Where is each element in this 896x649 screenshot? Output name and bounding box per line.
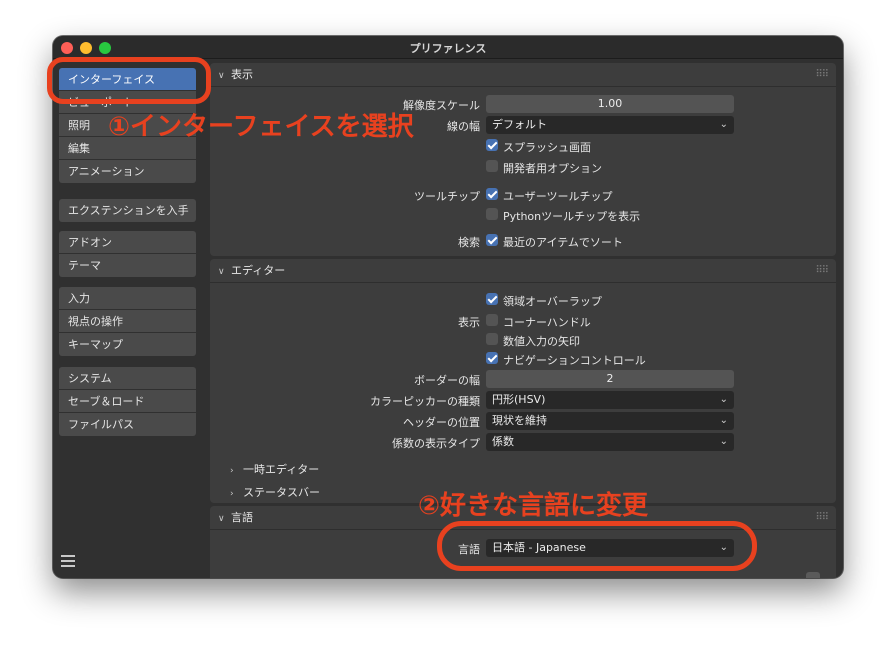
row-factor-display: 係数の表示タイプ 係数 ⌄ xyxy=(210,433,836,451)
line-width-label: 線の幅 xyxy=(447,120,480,133)
sort-recent-checkbox[interactable] xyxy=(486,234,498,246)
title-bar: プリファレンス xyxy=(53,36,843,59)
splash-checkbox[interactable] xyxy=(486,139,498,151)
line-width-select[interactable]: デフォルト ⌄ xyxy=(486,116,734,134)
row-nav-controls: ナビゲーションコントロール xyxy=(210,350,836,368)
sort-recent-label: 最近のアイテムでソート xyxy=(503,236,623,249)
row-region-overlap: 領域オーバーラップ xyxy=(210,291,836,309)
sidebar-item-save-load[interactable]: セーブ＆ロード xyxy=(59,390,196,413)
color-picker-label: カラーピッカーの種類 xyxy=(370,395,480,408)
python-tooltips-label: Pythonツールチップを表示 xyxy=(503,210,641,223)
header-position-select[interactable]: 現状を維持 ⌄ xyxy=(486,412,734,430)
sidebar-item-file-paths[interactable]: ファイルパス xyxy=(59,413,196,436)
factor-display-value: 係数 xyxy=(492,435,514,448)
factor-display-label: 係数の表示タイプ xyxy=(392,437,480,450)
row-header-position: ヘッダーの位置 現状を維持 ⌄ xyxy=(210,412,836,430)
language-panel-title: 言語 xyxy=(231,511,253,524)
row-user-tooltips: ツールチップ ユーザーツールチップ xyxy=(210,186,836,204)
splash-label: スプラッシュ画面 xyxy=(503,141,591,154)
tooltips-label: ツールチップ xyxy=(414,190,480,203)
chevron-down-icon: ⌄ xyxy=(719,394,728,405)
sidebar-item-system[interactable]: システム xyxy=(59,367,196,390)
region-overlap-label: 領域オーバーラップ xyxy=(503,295,602,308)
display-panel-title: 表示 xyxy=(231,68,253,81)
drag-grip-icon[interactable]: ⠿⠿ xyxy=(815,506,829,530)
python-tooltips-checkbox[interactable] xyxy=(486,208,498,220)
status-bar-label: ステータスバー xyxy=(243,486,320,499)
nav-group-4: 入力 視点の操作 キーマップ xyxy=(59,287,196,356)
editors-display-label: 表示 xyxy=(458,316,480,329)
nav-group-2: エクステンションを入手 xyxy=(59,199,196,222)
numeric-arrows-checkbox[interactable] xyxy=(486,333,498,345)
resolution-scale-label: 解像度スケール xyxy=(403,99,480,112)
chevron-down-icon: ∨ xyxy=(218,71,225,81)
header-position-value: 現状を維持 xyxy=(492,414,547,427)
row-border-width: ボーダーの幅 2 xyxy=(210,370,836,388)
border-width-field[interactable]: 2 xyxy=(486,370,734,388)
header-position-label: ヘッダーの位置 xyxy=(403,416,480,429)
row-color-picker: カラーピッカーの種類 円形(HSV) ⌄ xyxy=(210,391,836,409)
corner-handles-checkbox[interactable] xyxy=(486,314,498,326)
drag-grip-icon[interactable]: ⠿⠿ xyxy=(815,63,829,87)
dev-options-checkbox[interactable] xyxy=(486,160,498,172)
sidebar-item-animation[interactable]: アニメーション xyxy=(59,160,196,183)
numeric-arrows-label: 数値入力の矢印 xyxy=(503,335,580,348)
editors-panel-title: エディター xyxy=(231,264,286,277)
annotation-highlight-language xyxy=(437,521,757,571)
nav-group-3: アドオン テーマ xyxy=(59,231,196,277)
chevron-down-icon: ∨ xyxy=(218,514,225,524)
dev-options-label: 開発者用オプション xyxy=(503,162,602,175)
chevron-down-icon: ∨ xyxy=(218,267,225,277)
annotation-highlight-interface xyxy=(47,57,211,104)
user-tooltips-label: ユーザーツールチップ xyxy=(503,190,613,203)
line-width-value: デフォルト xyxy=(492,118,547,131)
hamburger-icon[interactable] xyxy=(61,555,75,567)
sidebar-item-input[interactable]: 入力 xyxy=(59,287,196,310)
factor-display-select[interactable]: 係数 ⌄ xyxy=(486,433,734,451)
sidebar-item-keymap[interactable]: キーマップ xyxy=(59,333,196,356)
nav-group-5: システム セーブ＆ロード ファイルパス xyxy=(59,367,196,436)
region-overlap-checkbox[interactable] xyxy=(486,293,498,305)
window-title: プリファレンス xyxy=(409,42,487,55)
annotation-step2-text: ②好きな言語に変更 xyxy=(418,491,649,521)
sidebar-item-get-extensions[interactable]: エクステンションを入手 xyxy=(59,199,196,222)
status-bar-subpanel[interactable]: › ステータスバー xyxy=(230,484,320,500)
scrollbar-handle[interactable] xyxy=(806,572,820,578)
sidebar-item-addons[interactable]: アドオン xyxy=(59,231,196,254)
nav-controls-label: ナビゲーションコントロール xyxy=(503,354,646,367)
display-panel-header[interactable]: ∨ 表示 ⠿⠿ xyxy=(210,63,836,87)
row-numeric-arrows: 数値入力の矢印 xyxy=(210,331,836,349)
row-search: 検索 最近のアイテムでソート xyxy=(210,232,836,250)
temp-editors-subpanel[interactable]: › 一時エディター xyxy=(230,461,319,477)
row-python-tooltips: Pythonツールチップを表示 xyxy=(210,206,836,224)
annotation-step1-text: ①インターフェイスを選択 xyxy=(108,112,414,142)
editors-panel: ∨ エディター ⠿⠿ 領域オーバーラップ 表示 コーナーハンドル 数値入力の矢印 … xyxy=(210,259,836,503)
chevron-down-icon: ⌄ xyxy=(719,119,728,130)
chevron-down-icon: ⌄ xyxy=(719,436,728,447)
editors-panel-header[interactable]: ∨ エディター ⠿⠿ xyxy=(210,259,836,283)
corner-handles-label: コーナーハンドル xyxy=(503,316,591,329)
chevron-right-icon: › xyxy=(230,466,234,476)
border-width-label: ボーダーの幅 xyxy=(414,374,480,387)
sidebar-item-themes[interactable]: テーマ xyxy=(59,254,196,277)
chevron-down-icon: ⌄ xyxy=(719,415,728,426)
display-panel: ∨ 表示 ⠿⠿ 解像度スケール 1.00 線の幅 デフォルト ⌄ スプラッシュ画面 … xyxy=(210,63,836,256)
search-label: 検索 xyxy=(458,236,480,249)
nav-controls-checkbox[interactable] xyxy=(486,352,498,364)
color-picker-select[interactable]: 円形(HSV) ⌄ xyxy=(486,391,734,409)
user-tooltips-checkbox[interactable] xyxy=(486,188,498,200)
drag-grip-icon[interactable]: ⠿⠿ xyxy=(815,259,829,283)
row-dev-options: 開発者用オプション xyxy=(210,158,836,176)
row-corner-handles: 表示 コーナーハンドル xyxy=(210,312,836,330)
chevron-right-icon: › xyxy=(230,489,234,499)
temp-editors-label: 一時エディター xyxy=(243,463,320,476)
color-picker-value: 円形(HSV) xyxy=(492,393,546,406)
sidebar-item-navigation[interactable]: 視点の操作 xyxy=(59,310,196,333)
resolution-scale-field[interactable]: 1.00 xyxy=(486,95,734,113)
